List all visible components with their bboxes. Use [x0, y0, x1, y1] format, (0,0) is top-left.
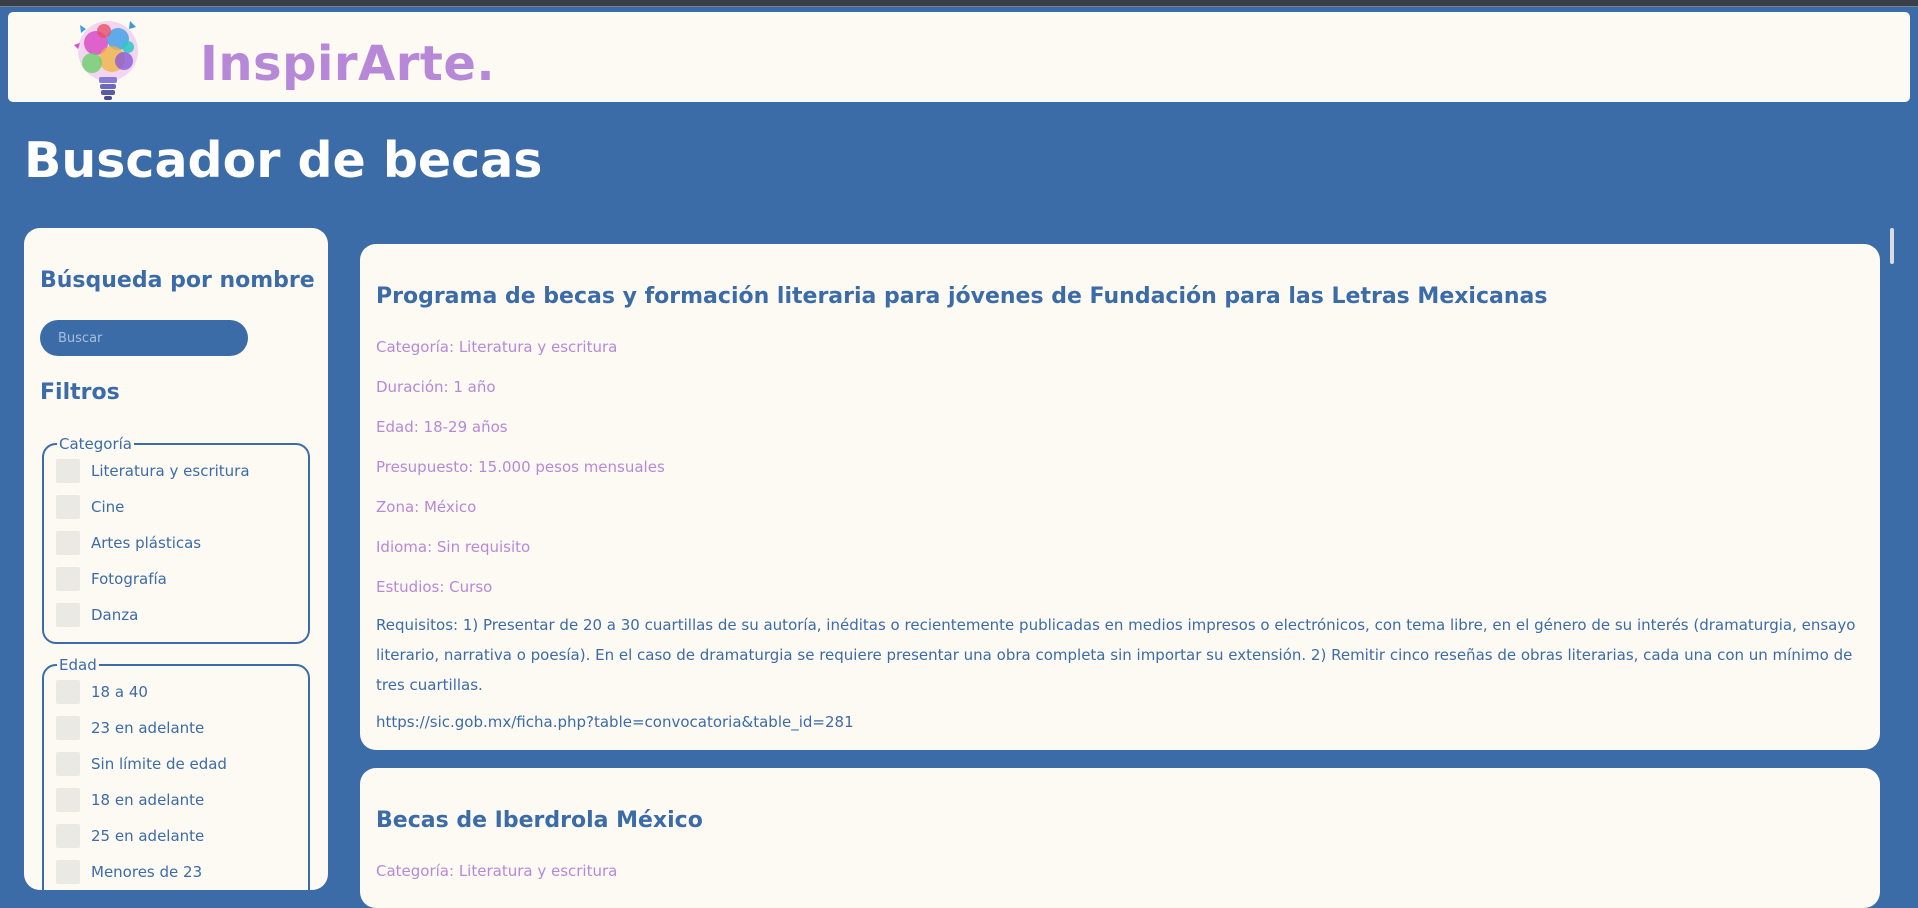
filter-option[interactable]: Menores de 23 [56, 854, 308, 890]
filter-option-label: Artes plásticas [91, 534, 202, 552]
scholarship-language: Idioma: Sin requisito [376, 538, 531, 556]
scholarship-category: Categoría: Literatura y escritura [376, 338, 618, 356]
filter-option-label: Cine [91, 498, 125, 516]
filter-checkbox[interactable] [56, 752, 80, 776]
filter-option[interactable]: Fotografía [56, 561, 308, 597]
filter-option[interactable]: 23 en adelante [56, 710, 308, 746]
filter-option[interactable]: Sin límite de edad [56, 746, 308, 782]
scholarship-budget: Presupuesto: 15.000 pesos mensuales [376, 458, 665, 476]
search-heading: Búsqueda por nombre [40, 268, 315, 293]
filter-option-label: Fotografía [91, 570, 167, 588]
filter-checkbox[interactable] [56, 495, 80, 519]
filter-category: Categoría Literatura y escritura Cine Ar… [42, 435, 310, 644]
filter-checkbox[interactable] [56, 824, 80, 848]
sidebar: Búsqueda por nombre Filtros Categoría Li… [24, 228, 328, 890]
filter-checkbox[interactable] [56, 680, 80, 704]
scrollbar-thumb[interactable] [1890, 228, 1894, 264]
scholarship-link[interactable]: https://sic.gob.mx/ficha.php?table=convo… [376, 713, 854, 731]
scholarship-category: Categoría: Literatura y escritura [376, 862, 618, 880]
brand-name[interactable]: InspirArte. [200, 40, 495, 88]
filter-option-label: Sin límite de edad [91, 755, 227, 773]
filter-option[interactable]: Literatura y escritura [56, 453, 308, 489]
scholarship-requirements: Requisitos: 1) Presentar de 20 a 30 cuar… [376, 616, 1856, 694]
site-header: InspirArte. [8, 12, 1910, 102]
filter-option-label: 25 en adelante [91, 827, 205, 845]
scholarship-age: Edad: 18-29 años [376, 418, 508, 436]
filter-category-legend: Categoría [59, 435, 133, 453]
filter-option-label: Danza [91, 606, 139, 624]
filter-option[interactable]: Cine [56, 489, 308, 525]
scholarship-card: Programa de becas y formación literaria … [360, 244, 1880, 750]
filter-checkbox[interactable] [56, 531, 80, 555]
filter-option-label: 23 en adelante [91, 719, 205, 737]
filter-option-label: 18 a 40 [91, 683, 148, 701]
scholarship-duration: Duración: 1 año [376, 378, 496, 396]
filter-checkbox[interactable] [56, 459, 80, 483]
filter-option[interactable]: Danza [56, 597, 308, 633]
window-top-bar [0, 0, 1918, 7]
scholarship-card: Becas de Iberdrola México Categoría: Lit… [360, 768, 1880, 908]
filter-option[interactable]: Artes plásticas [56, 525, 308, 561]
lightbulb-logo-icon[interactable] [68, 15, 150, 101]
page-title: Buscador de becas [24, 132, 543, 189]
filter-checkbox[interactable] [56, 567, 80, 591]
search-input[interactable] [40, 320, 248, 356]
filter-option-label: Literatura y escritura [91, 462, 250, 480]
filter-option[interactable]: 25 en adelante [56, 818, 308, 854]
filter-checkbox[interactable] [56, 860, 80, 884]
scholarship-studies: Estudios: Curso [376, 578, 493, 596]
filter-checkbox[interactable] [56, 603, 80, 627]
filter-checkbox[interactable] [56, 716, 80, 740]
filter-checkbox[interactable] [56, 788, 80, 812]
scholarship-title: Programa de becas y formación literaria … [376, 284, 1548, 309]
filter-age: Edad 18 a 40 23 en adelante Sin límite d… [42, 656, 310, 890]
filter-option[interactable]: 18 en adelante [56, 782, 308, 818]
filter-option-label: 18 en adelante [91, 791, 205, 809]
filter-age-legend: Edad [59, 656, 97, 674]
scholarship-title: Becas de Iberdrola México [376, 808, 703, 833]
scholarship-zone: Zona: México [376, 498, 477, 516]
filter-option-label: Menores de 23 [91, 863, 203, 881]
filter-option[interactable]: 18 a 40 [56, 674, 308, 710]
filters-heading: Filtros [40, 380, 120, 405]
